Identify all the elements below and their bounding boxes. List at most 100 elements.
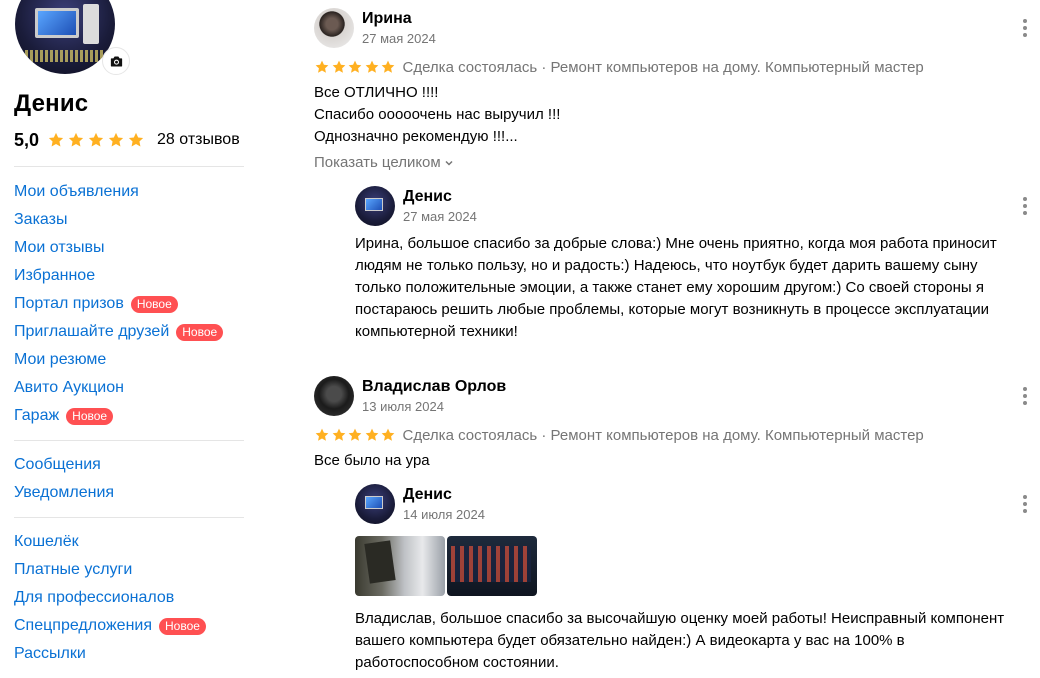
camera-icon: [110, 56, 122, 66]
menu-item-label: Платные услуги: [14, 561, 133, 578]
show-full-label: Показать целиком: [314, 154, 441, 171]
menu-item[interactable]: Для профессионалов: [14, 584, 206, 612]
more-options-button[interactable]: [1017, 194, 1033, 218]
menu-item-label: Гараж: [14, 407, 60, 424]
menu-item[interactable]: Портал призов Новое: [14, 290, 223, 318]
review-text-line: Все было на ура: [314, 452, 430, 469]
new-badge: Новое: [176, 323, 224, 341]
review-text-line: Все ОТЛИЧНО !!!!: [314, 84, 439, 101]
menu-item-label: Мои объявления: [14, 183, 139, 200]
seller-avatar[interactable]: [355, 484, 395, 524]
star-icon: [108, 132, 124, 147]
star-icon: [381, 428, 395, 441]
rating-stars: [47, 131, 147, 149]
reply-text-line: вашего компьютера будет обязательно найд…: [355, 632, 905, 649]
menu-item[interactable]: Платные услуги: [14, 556, 206, 584]
reviews-count: 28 отзывов: [157, 131, 240, 148]
reply-author[interactable]: Денис: [403, 486, 452, 504]
review-deal-info: Сделка состоялась · Ремонт компьютеров н…: [314, 425, 924, 445]
star-icon: [128, 132, 144, 147]
menu-item[interactable]: Авито Аукцион: [14, 374, 223, 402]
review-date: 13 июля 2024: [362, 399, 444, 414]
menu-item[interactable]: Уведомления: [14, 479, 114, 507]
reviews-list: Ирина 27 мая 2024 Сделка состоялась · Ре…: [314, 0, 1040, 678]
show-full-button[interactable]: Показать целиком: [314, 154, 454, 171]
star-icon: [348, 60, 362, 73]
more-options-button[interactable]: [1017, 384, 1033, 408]
profile-name: Денис: [14, 90, 89, 117]
menu-item-label: Заказы: [14, 211, 68, 228]
menu-item[interactable]: Гараж Новое: [14, 402, 223, 430]
star-icon: [332, 428, 345, 441]
menu-item[interactable]: Рассылки: [14, 640, 206, 668]
deal-status: Сделка состоялась · Ремонт компьютеров н…: [402, 426, 924, 444]
menu-group-messages: Сообщения Уведомления: [14, 451, 114, 507]
menu-item-label: Авито Аукцион: [14, 379, 124, 396]
menu-item-label: Кошелёк: [14, 533, 79, 550]
star-icon: [315, 60, 329, 73]
star-icon: [365, 428, 378, 441]
review-stars: [314, 427, 397, 443]
reply-photo[interactable]: [447, 536, 537, 596]
reviewer-name[interactable]: Владислав Орлов: [362, 378, 506, 396]
reply-date: 27 мая 2024: [403, 209, 477, 224]
menu-item-label: Мои отзывы: [14, 239, 105, 256]
avatar[interactable]: [15, 0, 115, 74]
reply-text-line: Владислав, большое спасибо за высочайшую…: [355, 610, 1005, 627]
menu-item[interactable]: Кошелёк: [14, 528, 206, 556]
chevron-down-icon: [445, 160, 453, 166]
menu-item[interactable]: Заказы: [14, 206, 223, 234]
reply-text-line: компьютерной техники!: [355, 323, 518, 340]
review-text-line: Однозначно рекомендую !!!...: [314, 128, 518, 145]
menu-item-label: Для профессионалов: [14, 589, 175, 606]
more-options-button[interactable]: [1017, 492, 1033, 516]
seller-avatar[interactable]: [355, 186, 395, 226]
menu-item[interactable]: Спецпредложения Новое: [14, 612, 206, 640]
menu-group-main: Мои объявления Заказы Мои отзывы Избранное П…: [14, 178, 224, 430]
new-badge: Новое: [66, 407, 114, 425]
star-icon: [381, 60, 395, 73]
menu-item-label: Избранное: [14, 267, 96, 284]
divider: [14, 440, 244, 441]
reply-date: 14 июля 2024: [403, 507, 485, 522]
new-badge: Новое: [130, 295, 178, 313]
menu-item[interactable]: Мои объявления: [14, 178, 223, 206]
star-icon: [348, 428, 362, 441]
menu-item[interactable]: Избранное: [14, 262, 223, 290]
divider: [14, 517, 244, 518]
review-date: 27 мая 2024: [362, 31, 436, 46]
divider: [14, 166, 244, 167]
menu-item[interactable]: Мои резюме: [14, 346, 223, 374]
reply-photo[interactable]: [355, 536, 445, 596]
reply-text-line: работоспособном состоянии.: [355, 654, 559, 671]
star-icon: [332, 60, 345, 73]
star-icon: [48, 132, 64, 147]
reviewer-avatar[interactable]: [314, 376, 354, 416]
rating-value: 5,0: [14, 129, 40, 150]
deal-status: Сделка состоялась · Ремонт компьютеров н…: [402, 58, 924, 76]
new-badge: Новое: [159, 617, 206, 635]
change-photo-button[interactable]: [102, 47, 130, 75]
profile-rating[interactable]: 5,0 28 отзывов: [14, 128, 240, 152]
menu-item-label: Спецпредложения: [14, 617, 152, 634]
star-icon: [315, 428, 329, 441]
profile-avatar-wrap: [15, 0, 130, 75]
reviewer-name[interactable]: Ирина: [362, 10, 412, 28]
star-icon: [68, 132, 84, 147]
review-stars: [314, 59, 397, 75]
reply-text-line: постараюсь решить любые проблемы, которы…: [355, 301, 990, 318]
menu-item-label: Сообщения: [14, 456, 101, 473]
menu-item-label: Портал призов: [14, 295, 124, 312]
menu-item[interactable]: Сообщения: [14, 451, 114, 479]
star-icon: [88, 132, 104, 147]
reply-text-line: Ирина, большое спасибо за добрые слова:)…: [355, 235, 997, 252]
reply-author[interactable]: Денис: [403, 188, 452, 206]
menu-item[interactable]: Приглашайте друзей Новое: [14, 318, 224, 346]
more-options-button[interactable]: [1017, 16, 1033, 40]
reviewer-avatar[interactable]: [314, 8, 354, 48]
star-icon: [365, 60, 378, 73]
menu-item-label: Рассылки: [14, 645, 86, 662]
menu-group-finance: Кошелёк Платные услуги Для профессионалов С…: [14, 528, 206, 668]
menu-item[interactable]: Мои отзывы: [14, 234, 223, 262]
review-text-line: Спасибо ооооочень нас выручил !!!: [314, 106, 561, 123]
